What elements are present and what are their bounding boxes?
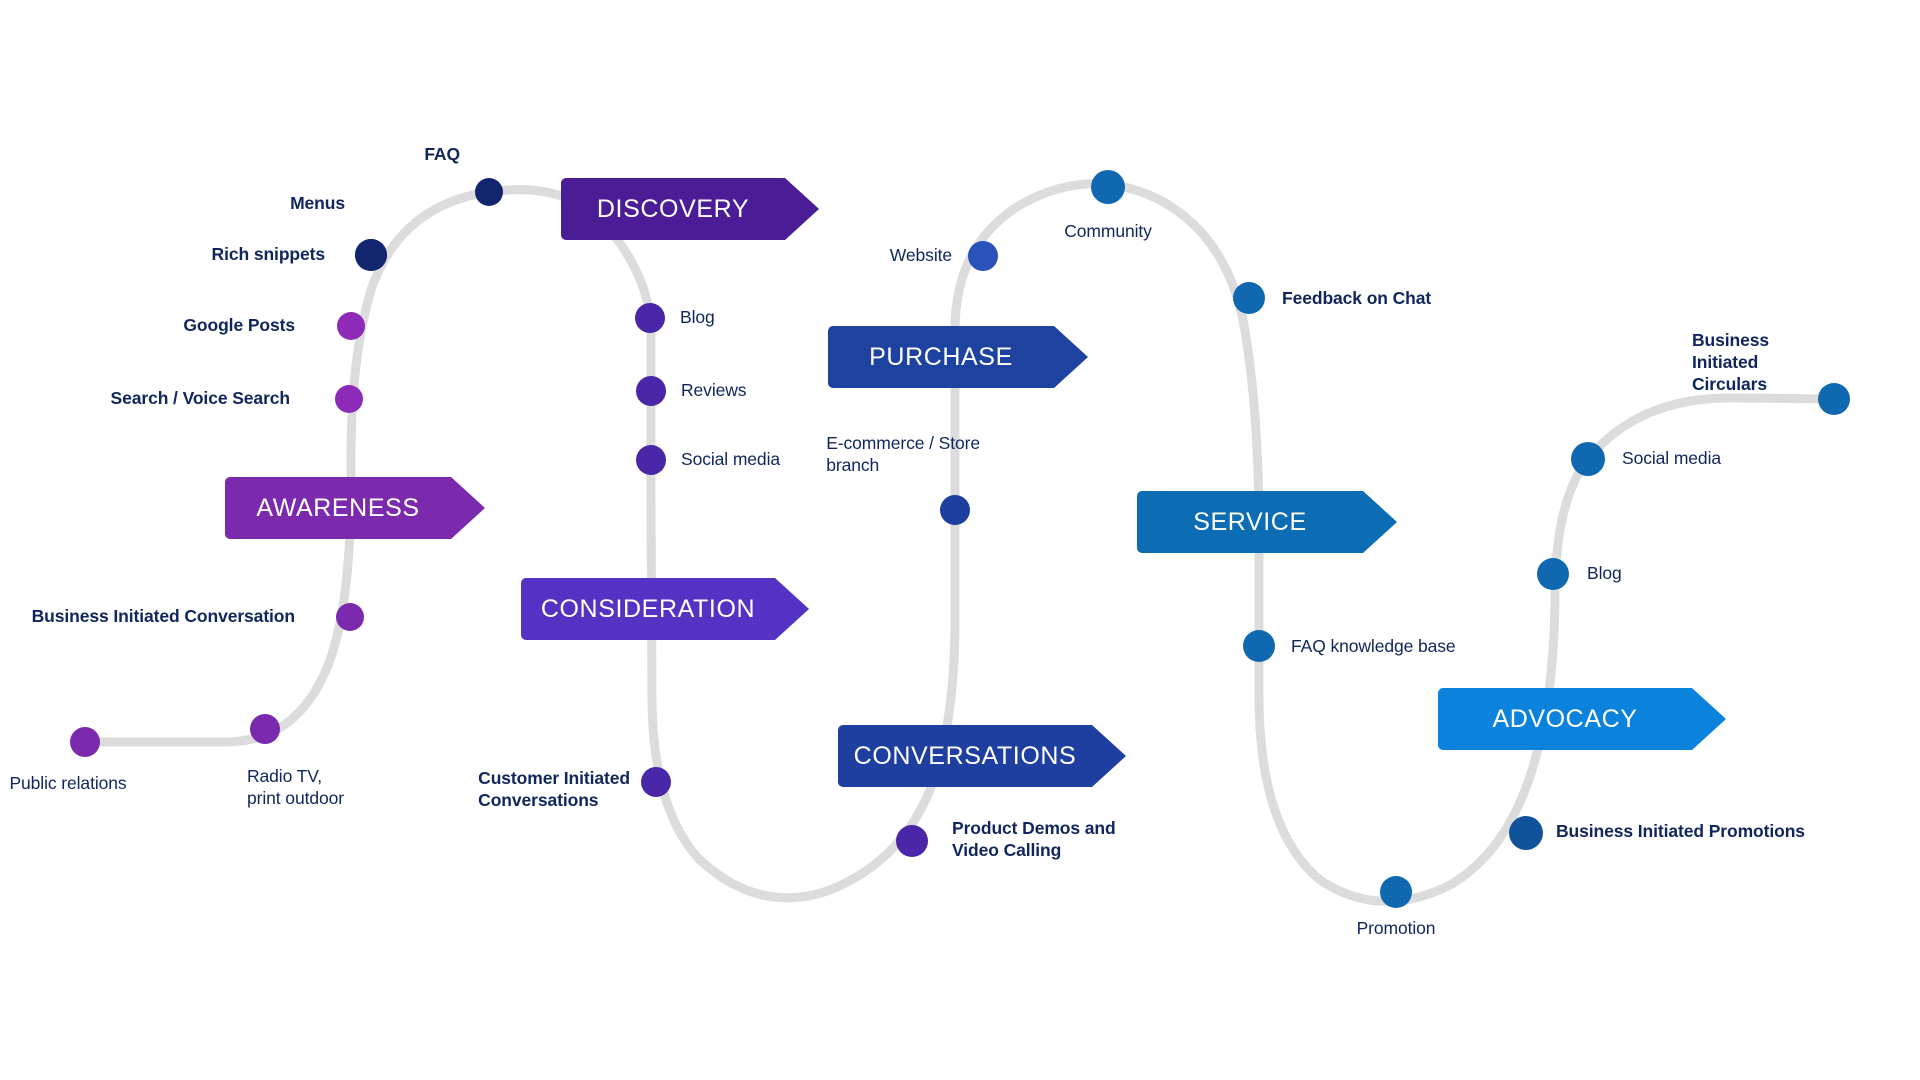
stage-banner-discovery[interactable]: DISCOVERY [561,178,819,240]
stage-banner-body-advocacy: ADVOCACY [1438,688,1692,750]
touchpoint-node-public-relations[interactable] [70,727,100,757]
touchpoint-label-menus: Menus [290,193,345,214]
stage-banner-conversations[interactable]: CONVERSATIONS [838,725,1126,787]
touchpoint-node-business-initiated-conversation[interactable] [336,603,364,631]
touchpoint-node-rich-snippets[interactable] [355,239,387,271]
touchpoint-label-google-posts: Google Posts [183,315,295,336]
touchpoint-label-business-initiated-promotions: Business Initiated Promotions [1556,821,1805,842]
touchpoint-node-business-initiated-circulars[interactable] [1818,383,1850,415]
touchpoint-node-radio-tv-print-outdoor[interactable] [250,714,280,744]
touchpoint-node-social-media-advocacy[interactable] [1571,442,1605,476]
stage-banner-label-advocacy: ADVOCACY [1492,704,1638,733]
stage-banner-label-consideration: CONSIDERATION [540,594,756,623]
stage-banner-label-awareness: AWARENESS [256,493,420,522]
touchpoint-label-social-media-discovery: Social media [681,449,780,470]
stage-banner-body-purchase: PURCHASE [828,326,1054,388]
touchpoint-label-reviews: Reviews [681,380,747,401]
touchpoint-label-feedback-on-chat: Feedback on Chat [1282,288,1432,309]
stage-banner-body-service: SERVICE [1137,491,1363,553]
touchpoint-node-faq-knowledge-base[interactable] [1243,630,1275,662]
stage-banner-body-conversations: CONVERSATIONS [838,725,1092,787]
stage-banner-service[interactable]: SERVICE [1137,491,1397,553]
touchpoint-node-social-media-discovery[interactable] [636,445,666,475]
touchpoint-label-business-initiated-circulars: Business Initiated Circulars [1692,330,1770,394]
touchpoint-label-customer-initiated-conversations: Customer Initiated Conversations [478,768,630,810]
stage-banner-label-conversations: CONVERSATIONS [853,741,1077,770]
touchpoint-node-google-posts[interactable] [337,312,365,340]
stage-banner-label-service: SERVICE [1193,507,1307,536]
touchpoint-label-business-initiated-conversation: Business Initiated Conversation [31,606,295,627]
touchpoint-node-feedback-on-chat[interactable] [1233,282,1265,314]
journey-curves [80,179,1839,906]
stage-banner-purchase[interactable]: PURCHASE [828,326,1088,388]
touchpoint-node-blog-discovery[interactable] [635,303,665,333]
touchpoint-node-blog-advocacy[interactable] [1537,558,1569,590]
awareness-path [80,185,656,747]
touchpoint-node-community[interactable] [1091,170,1125,204]
touchpoint-node-website[interactable] [968,241,998,271]
stage-banner-label-discovery: DISCOVERY [596,194,750,223]
stage-banner-arrow-discovery [785,178,819,240]
stage-banner-arrow-conversations [1092,725,1126,787]
touchpoint-node-ecommerce-store-branch[interactable] [940,495,970,525]
touchpoint-node-product-demos-video-calling[interactable] [896,825,928,857]
touchpoint-node-customer-initiated-conversations[interactable] [641,767,671,797]
touchpoint-label-social-media-advocacy: Social media [1622,448,1721,469]
touchpoint-node-reviews[interactable] [636,376,666,406]
stage-banner-body-discovery: DISCOVERY [561,178,785,240]
touchpoint-label-promotion: Promotion [1356,918,1436,939]
stage-banner-advocacy[interactable]: ADVOCACY [1438,688,1726,750]
touchpoint-label-blog-advocacy: Blog [1587,563,1622,584]
stage-banner-body-awareness: AWARENESS [225,477,451,539]
touchpoint-node-search-voice-search[interactable] [335,385,363,413]
stage-banner-arrow-awareness [451,477,485,539]
touchpoint-node-business-initiated-promotions[interactable] [1509,816,1543,850]
touchpoint-label-product-demos-video-calling: Product Demos and Video Calling [952,818,1116,860]
stage-banner-body-consideration: CONSIDERATION [521,578,775,640]
stage-banner-arrow-consideration [775,578,809,640]
touchpoint-label-search-voice-search: Search / Voice Search [110,388,291,409]
touchpoint-node-faq[interactable] [475,178,503,206]
stage-banner-consideration[interactable]: CONSIDERATION [521,578,809,640]
touchpoint-label-faq: FAQ [424,144,460,165]
touchpoint-label-ecommerce-store-branch: E-commerce / Store branch [826,433,980,475]
stage-banner-arrow-purchase [1054,326,1088,388]
touchpoint-label-website: Website [889,245,952,266]
touchpoint-node-promotion[interactable] [1380,876,1412,908]
touchpoint-label-public-relations: Public relations [9,773,127,794]
stage-banner-arrow-service [1363,491,1397,553]
journey-diagram: FAQ Menus Rich snippets Google Posts Search … [0,0,1920,1080]
touchpoint-label-blog-discovery: Blog [680,307,715,328]
touchpoint-label-radio-tv-print-outdoor: Radio TV, print outdoor [247,766,344,808]
touchpoint-label-community: Community [1064,221,1152,242]
stage-banner-arrow-advocacy [1692,688,1726,750]
stage-banner-label-purchase: PURCHASE [869,342,1013,371]
stage-banner-awareness[interactable]: AWARENESS [225,477,485,539]
purchase-path [950,179,1264,705]
touchpoint-label-faq-knowledge-base: FAQ knowledge base [1291,636,1456,657]
touchpoint-label-rich-snippets: Rich snippets [211,244,326,265]
